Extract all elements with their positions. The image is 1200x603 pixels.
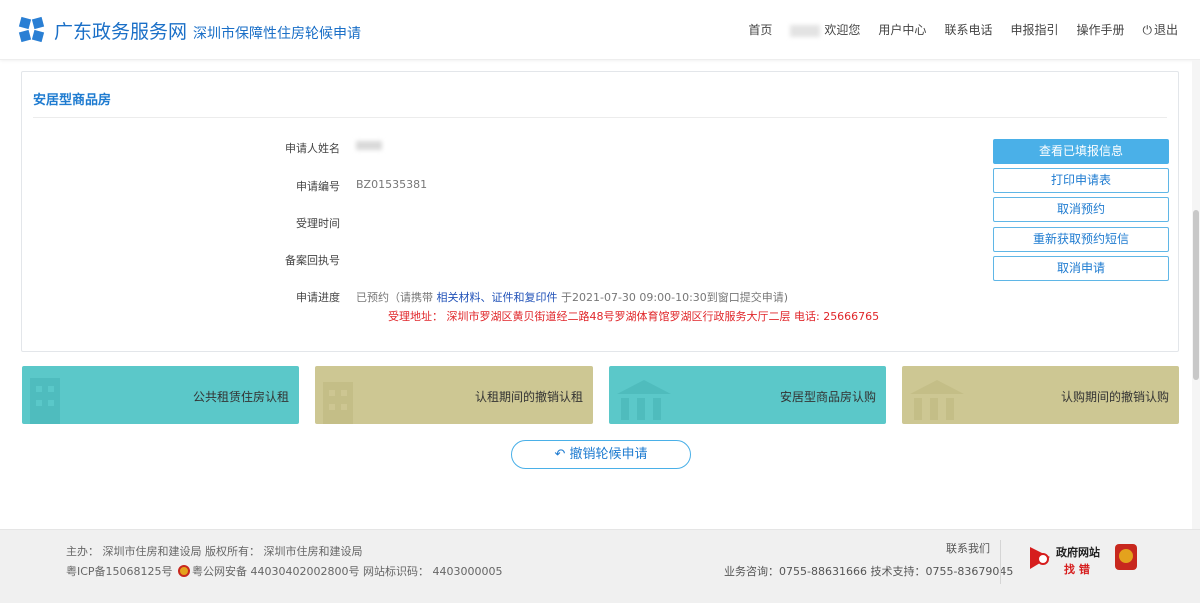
top-nav: 首页 欢迎您 用户中心 联系电话 申报指引 操作手册 ⏻ 退出 bbox=[748, 21, 1178, 38]
applicant-name-redacted bbox=[356, 141, 382, 150]
materials-link[interactable]: 相关材料、证件和复印件 bbox=[437, 291, 558, 304]
nav-guide[interactable]: 申报指引 bbox=[1010, 21, 1058, 38]
scrollbar-thumb[interactable] bbox=[1193, 210, 1199, 380]
progress-suffix: 于2021-07-30 09:00-10:30到窗口提交申请) bbox=[561, 291, 789, 304]
tile-label: 安居型商品房认购 bbox=[779, 390, 876, 404]
site-logo-icon bbox=[18, 16, 45, 43]
number-value: BZ01535381 bbox=[356, 178, 428, 191]
contact-phones: 业务咨询：0755-88631666 技术支持：0755-83679045 bbox=[724, 565, 1014, 578]
footer-divider bbox=[1000, 540, 1001, 584]
tile-label: 公共租赁住房认租 bbox=[192, 390, 289, 404]
applicant-label: 申请人姓名 bbox=[285, 142, 340, 155]
username-redacted bbox=[790, 24, 821, 37]
progress-label: 申请进度 bbox=[296, 291, 340, 304]
tile-public-rental[interactable]: 公共租赁住房认租 bbox=[22, 366, 299, 424]
logout-label: 退出 bbox=[1153, 23, 1178, 37]
contact-us-link[interactable]: 联系我们 bbox=[946, 540, 990, 556]
logout-link[interactable]: ⏻ 退出 bbox=[1142, 21, 1178, 38]
progress-value: 已预约（请携带 相关材料、证件和复印件 于2021-07-30 09:00-10… bbox=[356, 289, 788, 305]
progress-prefix: 已预约（请携带 bbox=[356, 291, 433, 304]
top-header: 广东政务服务网 深圳市保障性住房轮候申请 首页 欢迎您 用户中心 联系电话 申报指… bbox=[0, 0, 1200, 60]
gov-sub: 找 错 bbox=[1064, 563, 1090, 576]
tile-label: 认租期间的撤销认租 bbox=[474, 390, 583, 404]
footer-sponsor: 主办： 深圳市住房和建设局 版权所有： 深圳市住房和建设局 bbox=[66, 545, 363, 558]
footer-record: 粤ICP备15068125号 粤公网安备 44030402002800号 网站标… bbox=[66, 563, 503, 579]
tile-revoke-rental[interactable]: 认租期间的撤销认租 bbox=[315, 366, 593, 424]
nav-user-center[interactable]: 用户中心 bbox=[878, 21, 926, 38]
site-name: 广东政务服务网 bbox=[54, 21, 188, 43]
tile-label: 认购期间的撤销认购 bbox=[1060, 390, 1169, 404]
revoke-label: 撤销轮候申请 bbox=[569, 447, 648, 462]
tile-revoke-purchase[interactable]: 认购期间的撤销认购 bbox=[902, 366, 1179, 424]
building-icon bbox=[323, 382, 353, 424]
police-record-link[interactable]: 粤公网安备 44030402002800号 bbox=[192, 565, 359, 578]
gov-site-error-badge[interactable]: 政府网站 找 错 bbox=[1028, 543, 1108, 577]
acceptance-address: 受理地址： 深圳市罗湖区黄贝街道经二路48号罗湖体育馆罗湖区行政服务大厅二层 电… bbox=[388, 310, 880, 323]
number-label: 申请编号 bbox=[296, 180, 340, 193]
card-title: 安居型商品房 bbox=[33, 93, 112, 108]
page-footer: 主办： 深圳市住房和建设局 版权所有： 深圳市住房和建设局 粤ICP备15068… bbox=[0, 529, 1200, 603]
nav-contact[interactable]: 联系电话 bbox=[944, 21, 992, 38]
site-subtitle: 深圳市保障性住房轮候申请 bbox=[193, 26, 362, 42]
site-code: 网站标识码： 4403000005 bbox=[363, 565, 503, 578]
building-icon bbox=[30, 378, 60, 424]
print-form-button[interactable]: 打印申请表 bbox=[993, 168, 1169, 193]
tile-anju-purchase[interactable]: 安居型商品房认购 bbox=[609, 366, 886, 424]
institution-icon bbox=[617, 380, 671, 420]
power-icon: ⏻ bbox=[1142, 23, 1152, 37]
cancel-booking-button[interactable]: 取消预约 bbox=[993, 197, 1169, 222]
accept-time-label: 受理时间 bbox=[296, 217, 340, 230]
nav-home[interactable]: 首页 bbox=[748, 21, 772, 38]
police-badge-icon bbox=[178, 565, 191, 577]
seal-icon bbox=[1115, 544, 1137, 570]
card-divider bbox=[33, 117, 1167, 118]
cancel-application-button[interactable]: 取消申请 bbox=[993, 256, 1169, 281]
record-label: 备案回执号 bbox=[285, 254, 340, 267]
institution-icon bbox=[910, 380, 964, 420]
gov-magnifier-icon bbox=[1030, 547, 1050, 569]
resend-sms-button[interactable]: 重新获取预约短信 bbox=[993, 227, 1169, 252]
undo-icon: ↶ bbox=[554, 447, 566, 462]
welcome-user: 欢迎您 bbox=[790, 21, 860, 38]
site-brand[interactable]: 广东政务服务网 深圳市保障性住房轮候申请 bbox=[54, 17, 361, 44]
application-card: 安居型商品房 申请人姓名 申请编号 BZ01535381 受理时间 备案回执号 … bbox=[21, 71, 1179, 352]
applicant-value bbox=[356, 140, 382, 153]
nav-manual[interactable]: 操作手册 bbox=[1076, 21, 1124, 38]
view-submitted-button[interactable]: 查看已填报信息 bbox=[993, 139, 1169, 164]
revoke-application-button[interactable]: ↶ 撤销轮候申请 bbox=[511, 440, 691, 469]
icp-link[interactable]: 粤ICP备15068125号 bbox=[66, 565, 173, 578]
gov-title: 政府网站 bbox=[1056, 546, 1100, 559]
welcome-text: 欢迎您 bbox=[824, 23, 861, 37]
